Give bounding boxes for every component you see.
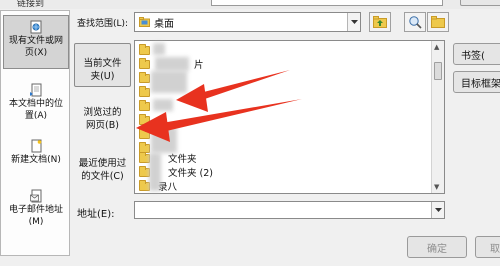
link-to-places-bar: 现有文件或网 页(X) 本文档中的位 置(A) 新建文档(N) 电子邮件地址 (… <box>0 10 70 256</box>
look-in-label: 查找范围(L): <box>77 19 129 29</box>
list-item[interactable] <box>139 43 154 56</box>
look-in-dropdown[interactable]: 桌面 <box>134 12 361 32</box>
display-text-field[interactable] <box>211 0 443 6</box>
blurred-filename <box>155 57 189 71</box>
folder-icon <box>139 43 150 55</box>
target-frame-label: 目标框架 <box>461 78 500 90</box>
document-place-icon <box>30 83 42 97</box>
place-existing-file-or-webpage[interactable]: 现有文件或网 页(X) <box>3 15 69 69</box>
bookmark-label: 书签( <box>461 50 485 62</box>
vertical-scrollbar[interactable]: ▲ ▼ <box>431 41 444 193</box>
bookmark-button[interactable]: 书签( <box>453 43 500 65</box>
browse-web-button[interactable] <box>404 12 426 32</box>
file-name: 文件夹 <box>168 154 197 165</box>
scroll-thumb[interactable] <box>434 62 442 80</box>
place-email-address[interactable]: 电子邮件地址 (M) <box>3 189 69 229</box>
screen-tip-button[interactable] <box>460 0 500 6</box>
place-this-document[interactable]: 本文档中的位 置(A) <box>3 83 69 123</box>
chevron-down-icon <box>434 208 442 212</box>
new-document-icon <box>31 139 42 153</box>
folder-icon <box>139 71 150 83</box>
file-name: 文件夹 (2) <box>168 168 213 179</box>
file-name: 片 <box>194 60 204 71</box>
folder-icon <box>139 113 150 125</box>
folder-icon <box>139 57 150 69</box>
file-list[interactable]: 片 文件夹 文件夹 (2) 录八 ▲ ▼ <box>134 40 445 194</box>
chevron-down-icon <box>350 20 358 24</box>
blurred-filename <box>153 43 165 55</box>
place-label: 本文档中的位 置(A) <box>8 99 63 121</box>
blurred-filename <box>153 99 173 111</box>
list-item[interactable] <box>139 113 154 126</box>
recent-files-button[interactable]: 最近使用过 的文件(C) <box>74 157 131 187</box>
target-frame-button[interactable]: 目标框架 <box>453 71 500 93</box>
address-input[interactable] <box>137 203 427 217</box>
dropdown-arrow-button[interactable] <box>431 202 444 218</box>
email-address-icon <box>30 189 42 203</box>
scroll-down-icon[interactable]: ▼ <box>434 183 439 191</box>
link-to-label: 链接到 <box>17 0 45 9</box>
place-new-document[interactable]: 新建文档(N) <box>3 139 69 169</box>
blurred-filename <box>149 153 161 191</box>
blurred-filename <box>151 71 187 93</box>
browse-file-button[interactable] <box>427 12 449 32</box>
desktop-folder-icon <box>139 17 150 27</box>
up-one-folder-button[interactable] <box>369 12 391 32</box>
address-combobox[interactable] <box>134 201 445 219</box>
browsed-pages-button[interactable]: 浏览过的 网页(B) <box>74 106 131 136</box>
ok-button[interactable]: 确定 <box>407 236 467 258</box>
folder-icon <box>139 99 150 111</box>
file-view-nav: 当前文件 夹(U) 浏览过的 网页(B) 最近使用过 的文件(C) <box>74 40 134 190</box>
place-label: 现有文件或网 页(X) <box>8 36 63 58</box>
browse-web-icon <box>409 16 422 29</box>
list-item[interactable] <box>139 99 154 112</box>
look-in-value: 桌面 <box>154 18 174 30</box>
list-item[interactable]: 文件夹 <box>139 151 197 165</box>
browse-file-icon <box>431 16 445 28</box>
folder-icon <box>139 85 150 97</box>
dropdown-arrow-button[interactable] <box>347 13 360 31</box>
blurred-filename <box>151 127 177 153</box>
place-label: 电子邮件地址 (M) <box>8 205 63 227</box>
ok-label: 确定 <box>427 243 447 255</box>
scroll-up-icon[interactable]: ▲ <box>434 43 439 51</box>
cancel-label: 取 <box>490 243 500 255</box>
current-folder-button[interactable]: 当前文件 夹(U) <box>74 43 131 87</box>
address-label: 地址(E): <box>77 209 115 220</box>
place-label: 新建文档(N) <box>11 155 61 165</box>
up-folder-icon <box>373 16 387 28</box>
folder-icon <box>139 127 150 139</box>
cancel-button[interactable]: 取 <box>475 236 500 258</box>
globe-page-icon <box>30 20 42 34</box>
